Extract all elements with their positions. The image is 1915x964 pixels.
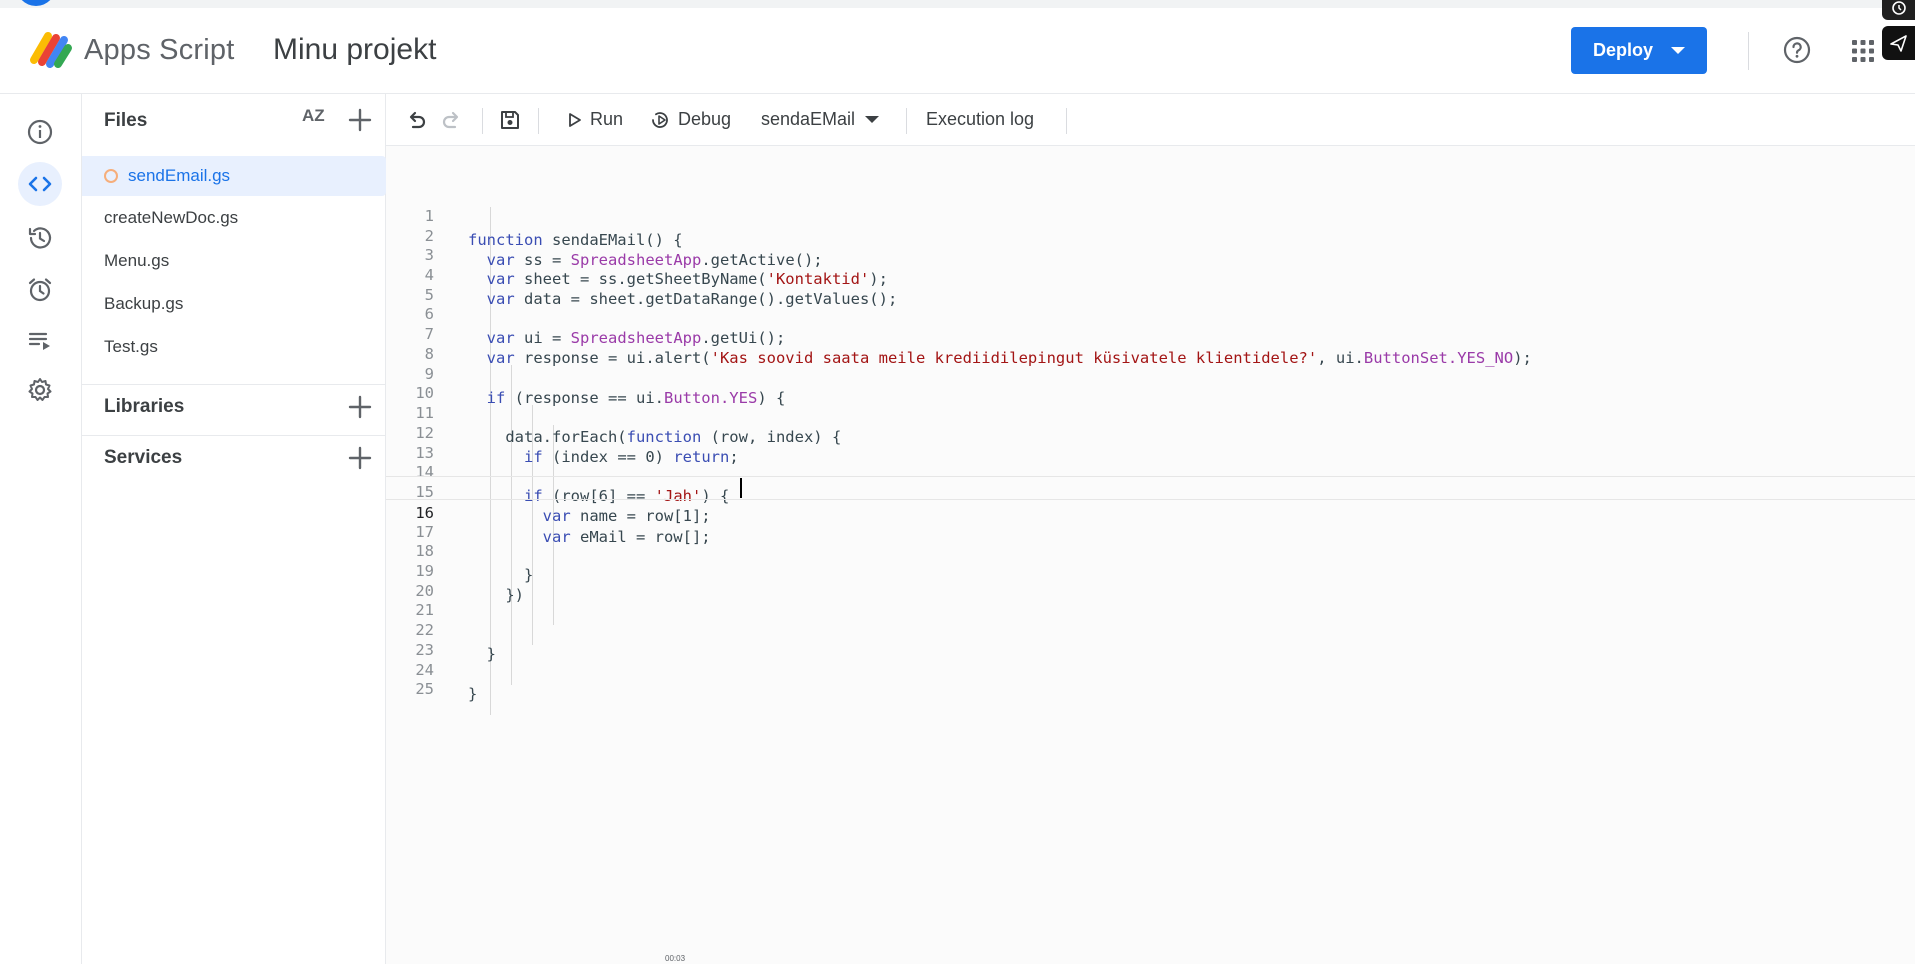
file-item-createnewdoc[interactable]: createNewDoc.gs [82,198,386,238]
save-icon [501,111,519,129]
add-file-icon[interactable] [346,106,374,134]
toolbar-divider [482,108,483,134]
undo-button[interactable] [402,106,430,134]
undo-icon [409,111,426,129]
history-icon [28,227,52,249]
services-section[interactable]: Services [82,435,386,479]
app-name: Apps Script [84,33,235,66]
file-item-sendemail[interactable]: sendEmail.gs [82,156,386,196]
code-line: 25 [386,653,1915,698]
rail-overview[interactable] [18,110,62,154]
file-name: Test.gs [104,337,158,356]
line-number: 25 [415,680,434,698]
execution-log-button[interactable]: Execution log [926,109,1034,130]
code-icon [28,176,52,192]
function-name: sendaEMail [761,109,856,129]
alarm-icon [28,278,52,302]
clock-extension-icon[interactable] [1882,0,1915,20]
google-apps-icon[interactable] [1849,37,1877,65]
text-cursor [740,478,742,498]
files-panel: Files AZ sendEmail.gs createNewDoc.gs Me… [82,94,386,964]
rail-executions[interactable] [18,318,62,362]
toolbar-divider [906,108,907,134]
debug-label: Debug [678,109,732,129]
services-label: Services [104,446,183,468]
project-title[interactable]: Minu projekt [273,33,436,67]
run-button[interactable]: Run [566,109,623,130]
divider [1748,32,1749,70]
files-title: Files [104,110,148,131]
file-name: sendEmail.gs [128,166,231,185]
deploy-label: Deploy [1592,40,1653,60]
file-name: Backup.gs [104,294,184,313]
file-item-backup[interactable]: Backup.gs [82,284,386,324]
help-icon[interactable] [1782,35,1812,65]
top-bar: Apps Script Minu projekt Deploy [0,0,1915,94]
code-text: } [468,685,478,703]
libraries-label: Libraries [104,395,185,417]
save-button[interactable] [496,106,524,134]
editor-toolbar: Run Debug sendaEMail Execution log [386,94,1915,146]
gear-icon [28,378,52,401]
execution-log-label: Execution log [926,109,1035,129]
executions-icon [28,332,50,350]
rail-triggers[interactable] [18,268,62,312]
chevron-down-icon [865,116,880,123]
debug-button[interactable]: Debug [650,109,731,130]
function-selector[interactable]: sendaEMail [761,109,880,130]
code-editor[interactable]: 1 function sendaEMail() { 2 var ss = Spr… [386,146,1915,964]
rail-settings[interactable] [18,368,62,412]
sort-az-icon[interactable]: AZ [302,106,334,134]
debug-icon [652,111,668,128]
deploy-button[interactable]: Deploy [1571,27,1707,74]
file-item-test[interactable]: Test.gs [82,327,386,367]
file-name: createNewDoc.gs [104,208,239,227]
browser-strip [0,0,1915,8]
rail-history[interactable] [18,216,62,260]
sort-label: AZ [302,106,325,125]
redo-icon [442,111,459,129]
brand[interactable]: Apps Script [28,30,235,70]
play-icon [569,112,581,127]
apps-script-logo [30,32,72,68]
files-header: Files AZ [82,94,386,146]
chevron-down-icon [1671,47,1685,54]
info-icon [27,119,53,145]
unsaved-dot-icon [104,169,118,183]
run-label: Run [590,109,624,129]
toolbar-divider [538,108,539,134]
libraries-section[interactable]: Libraries [82,384,386,428]
add-service-icon[interactable] [346,444,374,472]
rail-editor[interactable] [18,162,62,206]
file-name: Menu.gs [104,251,170,270]
send-extension-icon[interactable] [1882,26,1915,60]
left-rail [0,94,82,964]
add-library-icon[interactable] [346,393,374,421]
file-item-menu[interactable]: Menu.gs [82,241,386,281]
redo-button[interactable] [438,106,466,134]
toolbar-divider [1066,108,1067,134]
video-timestamp: 00:03 [665,954,686,963]
